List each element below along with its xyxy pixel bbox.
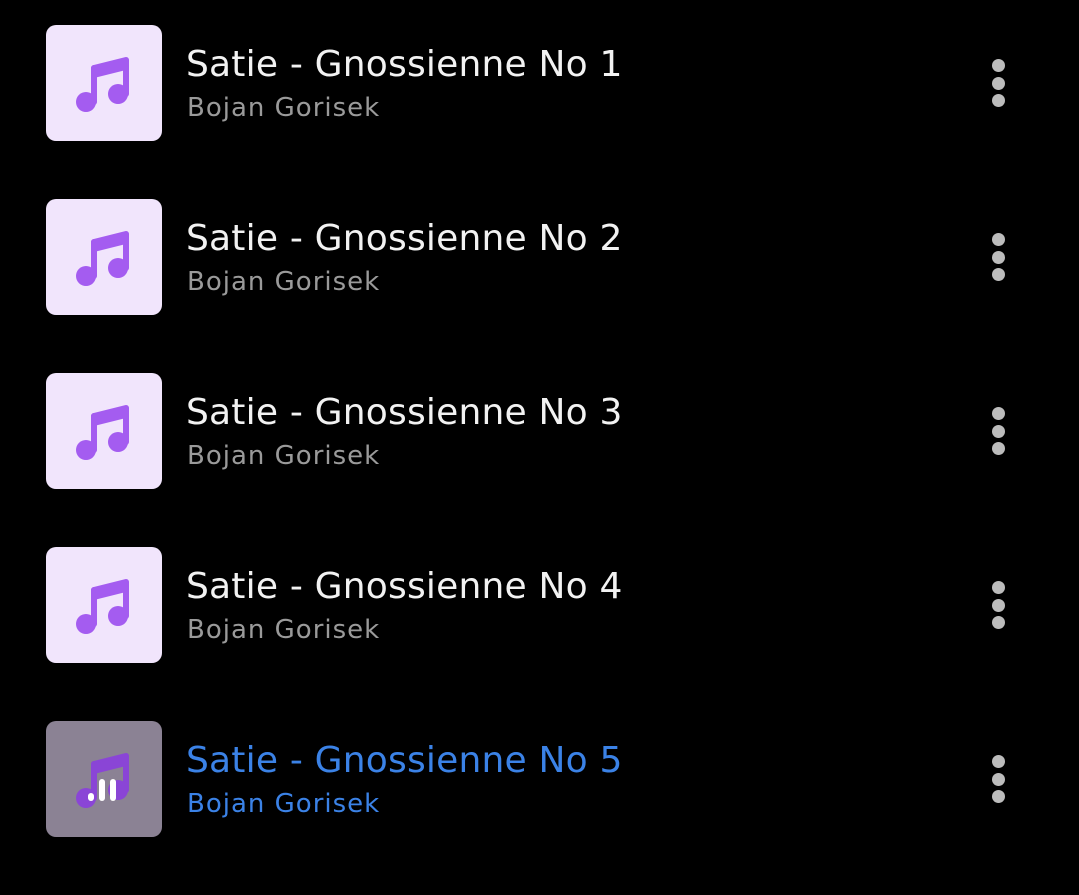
more-vertical-icon-dot [992,755,1005,768]
track-artist: Bojan Gorisek [187,789,381,819]
music-note-icon [76,57,129,112]
more-options-button[interactable] [978,745,1018,815]
more-options-button[interactable] [978,223,1018,293]
more-vertical-icon-dot [992,790,1005,803]
more-vertical-icon-dot [992,268,1005,281]
more-options-button[interactable] [978,397,1018,467]
more-vertical-icon-dot [992,59,1005,72]
track-artwork [46,721,162,837]
track-artist: Bojan Gorisek [187,441,381,471]
more-vertical-icon-dot [992,425,1005,438]
more-options-button[interactable] [978,571,1018,641]
track-title: Satie - Gnossienne No 4 [186,566,623,607]
track-artist: Bojan Gorisek [187,93,381,123]
more-vertical-icon-dot [992,233,1005,246]
track-artwork [46,199,162,315]
more-vertical-icon-dot [992,581,1005,594]
more-vertical-icon-dot [992,77,1005,90]
track-title: Satie - Gnossienne No 2 [186,218,623,259]
track-list: Satie - Gnossienne No 1 Bojan Gorisek Sa… [0,25,1079,895]
track-row[interactable]: Satie - Gnossienne No 3 Bojan Gorisek [0,373,1079,489]
more-vertical-icon-dot [992,616,1005,629]
music-note-icon [76,579,129,634]
track-row[interactable]: Satie - Gnossienne No 2 Bojan Gorisek [0,199,1079,315]
more-vertical-icon-dot [992,251,1005,264]
more-vertical-icon-dot [992,442,1005,455]
music-note-icon [76,405,129,460]
track-artist: Bojan Gorisek [187,615,381,645]
track-artwork [46,25,162,141]
more-vertical-icon-dot [992,599,1005,612]
track-title: Satie - Gnossienne No 3 [186,392,623,433]
more-vertical-icon-dot [992,94,1005,107]
track-row[interactable]: Satie - Gnossienne No 4 Bojan Gorisek [0,547,1079,663]
now-playing-bars-icon [88,779,116,801]
track-artwork [46,547,162,663]
more-options-button[interactable] [978,49,1018,119]
track-artist: Bojan Gorisek [187,267,381,297]
track-row[interactable]: Satie - Gnossienne No 1 Bojan Gorisek [0,25,1079,141]
track-artwork [46,373,162,489]
music-note-icon [76,231,129,286]
more-vertical-icon-dot [992,773,1005,786]
track-title: Satie - Gnossienne No 5 [186,740,623,781]
track-row-now-playing[interactable]: Satie - Gnossienne No 5 Bojan Gorisek [0,721,1079,837]
more-vertical-icon-dot [992,407,1005,420]
track-title: Satie - Gnossienne No 1 [186,44,623,85]
